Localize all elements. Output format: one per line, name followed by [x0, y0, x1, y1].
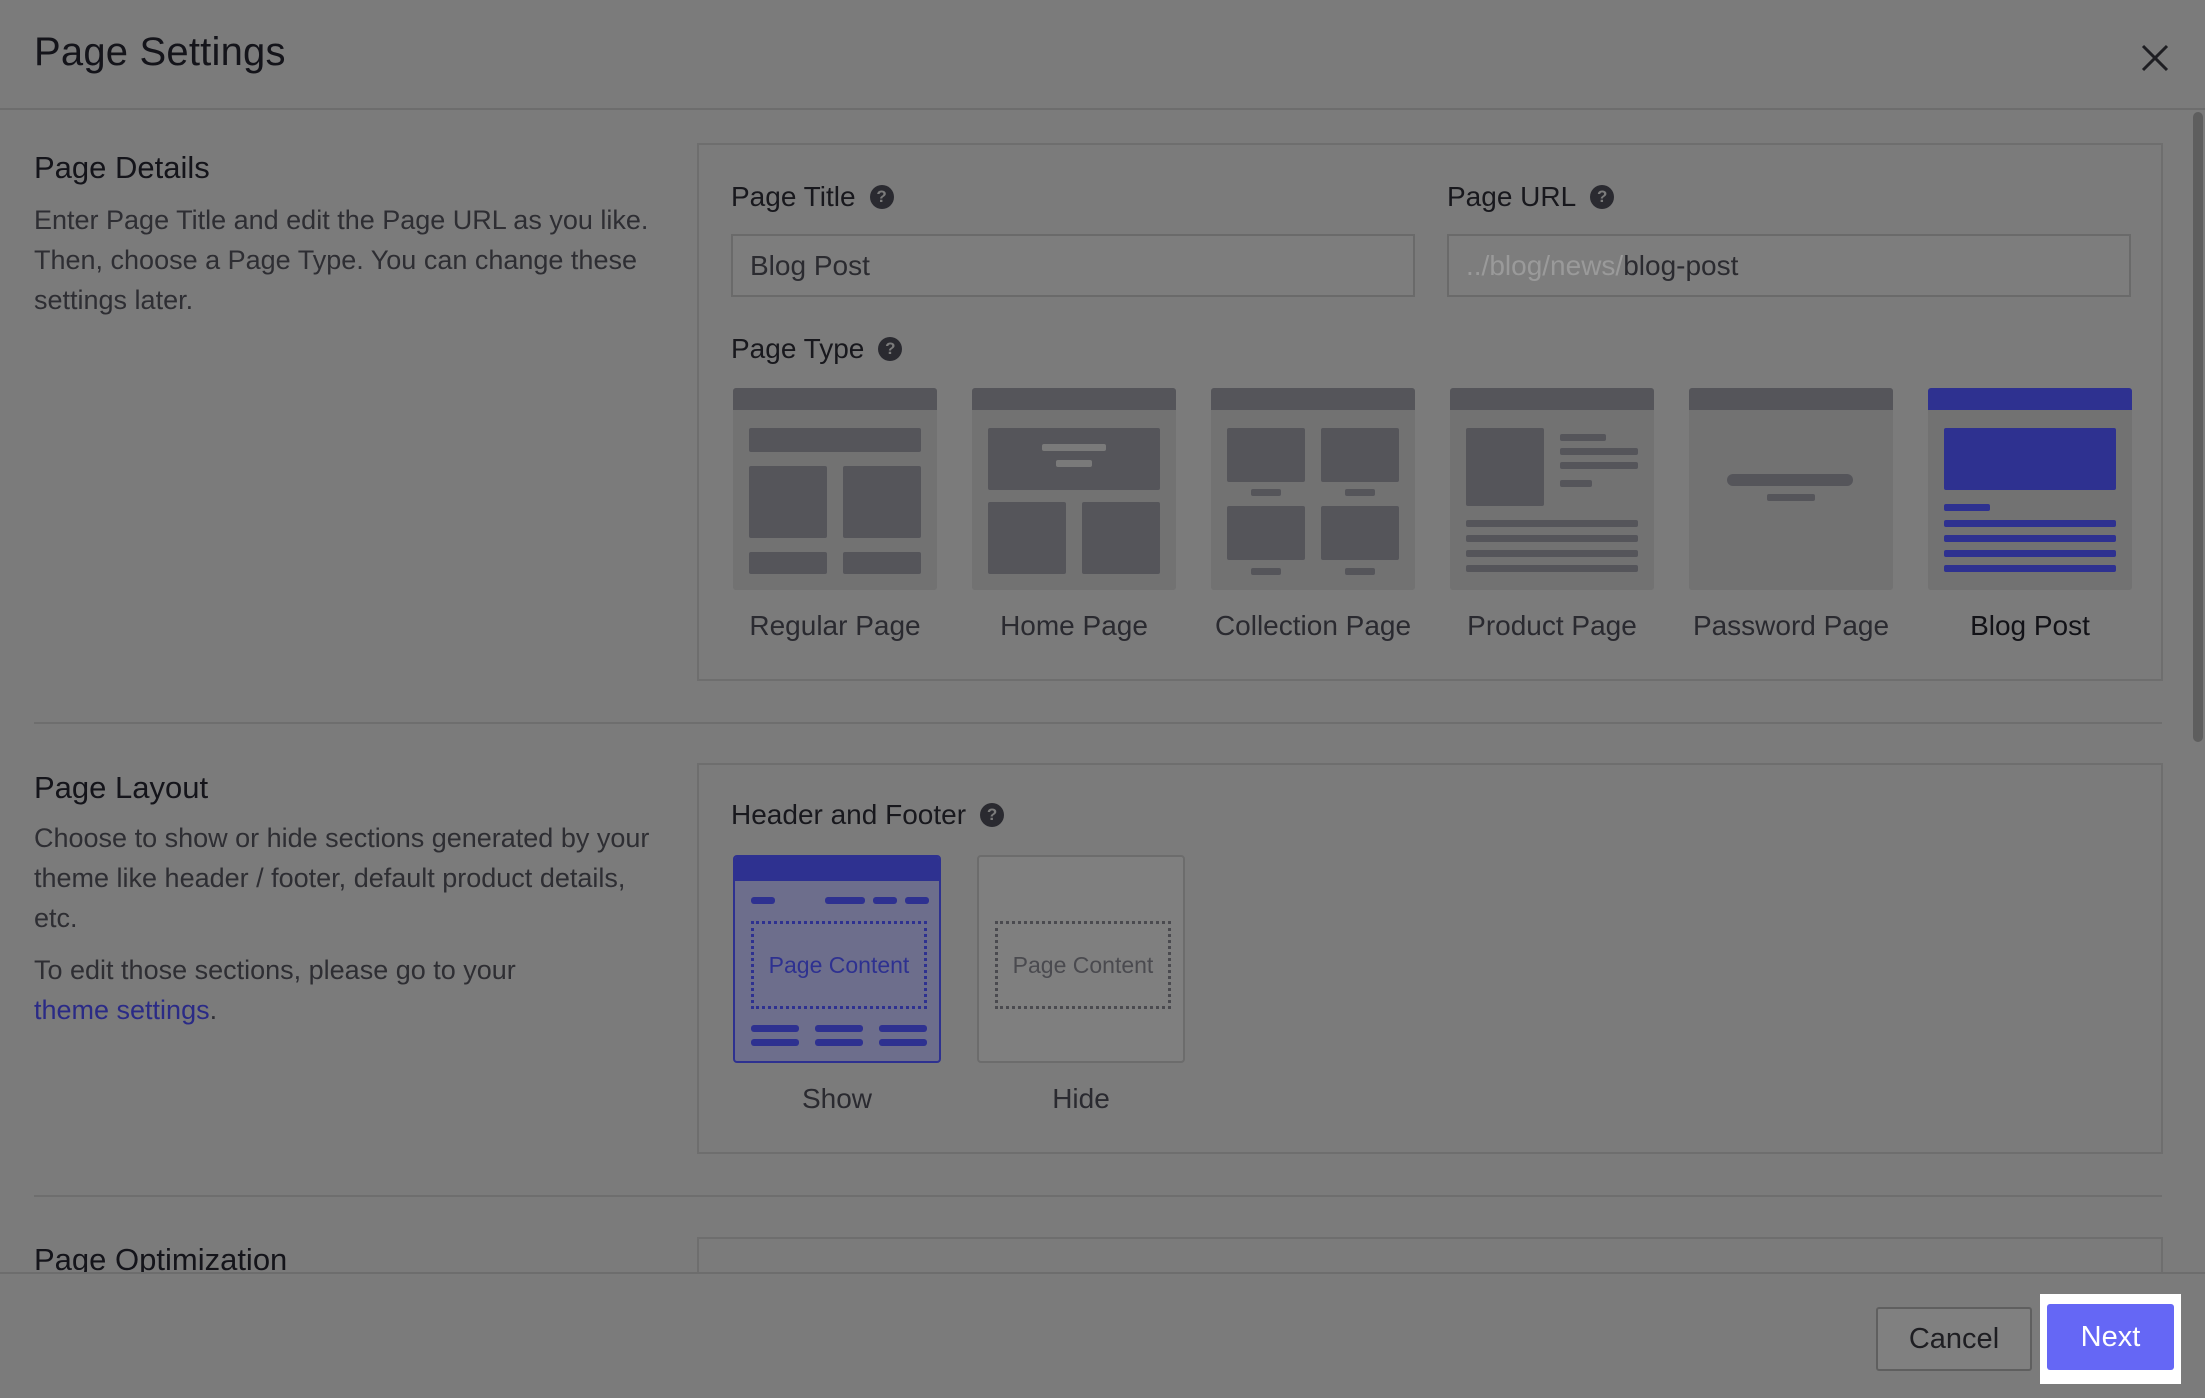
page-title-label: Page Title ?	[731, 181, 894, 213]
page-details-heading: Page Details	[34, 150, 210, 185]
show-thumbnail: Page Content	[733, 855, 941, 1063]
page-optimization-card	[697, 1237, 2163, 1272]
page-type-label: Blog Post	[1970, 610, 2090, 641]
home-page-thumbnail	[972, 388, 1176, 590]
next-button[interactable]: Next	[2047, 1304, 2174, 1370]
next-button-highlight: Next	[2040, 1294, 2181, 1384]
header-footer-label-text: Header and Footer	[731, 799, 967, 830]
section-divider	[34, 1195, 2162, 1197]
page-title-label-text: Page Title	[731, 181, 856, 212]
password-page-thumbnail	[1689, 388, 1893, 590]
edit-note-text: To edit those sections, please go to you…	[34, 955, 516, 985]
help-icon[interactable]: ?	[980, 803, 1005, 827]
page-optimization-heading: Page Optimization	[34, 1242, 288, 1272]
page-title-input[interactable]: Blog Post	[731, 234, 1415, 297]
modal-title: Page Settings	[34, 30, 286, 74]
page-layout-heading: Page Layout	[34, 770, 209, 805]
page-url-slug: blog-post	[1623, 249, 1739, 281]
hide-thumbnail: Page Content	[977, 855, 1185, 1063]
page-type-label-text: Page Type	[731, 333, 865, 364]
page-content-box: Page Content	[995, 921, 1171, 1009]
theme-settings-link[interactable]: theme settings	[34, 995, 210, 1025]
modal-footer: Cancel Next	[0, 1272, 2205, 1398]
help-icon[interactable]: ?	[1590, 185, 1615, 209]
collection-page-thumbnail	[1211, 388, 1415, 590]
page-title-value: Blog Post	[750, 249, 870, 281]
page-url-input[interactable]: ../blog/news/blog-post	[1447, 234, 2131, 297]
page-content-box: Page Content	[751, 921, 927, 1009]
close-icon[interactable]	[2135, 38, 2175, 78]
page-details-card: Page Title ? Blog Post Page URL ? ../blo…	[697, 143, 2163, 681]
page-url-label-text: Page URL	[1447, 181, 1577, 212]
page-type-label: Page Type ?	[731, 333, 903, 365]
header-footer-label: Header and Footer ?	[731, 799, 1005, 831]
page-details-description: Enter Page Title and edit the Page URL a…	[34, 205, 649, 315]
blog-post-thumbnail	[1928, 388, 2132, 590]
page-layout-description: Choose to show or hide sections generate…	[34, 823, 650, 933]
header-footer-option-label: Hide	[1052, 1083, 1110, 1114]
modal-body: Page Details Enter Page Title and edit t…	[0, 112, 2205, 1272]
page-layout-edit-note: To edit those sections, please go to you…	[34, 950, 674, 1030]
help-icon[interactable]: ?	[869, 185, 894, 209]
help-icon[interactable]: ?	[878, 337, 903, 361]
page-url-prefix: ../blog/news/	[1466, 249, 1624, 281]
page-layout-card: Header and Footer ? Page Content Show Pa…	[697, 763, 2163, 1154]
product-page-thumbnail	[1450, 388, 1654, 590]
section-divider	[34, 722, 2162, 724]
link-suffix: .	[209, 995, 218, 1025]
page-url-label: Page URL ?	[1447, 181, 1615, 213]
regular-page-thumbnail	[733, 388, 937, 590]
modal-header: Page Settings	[0, 0, 2205, 110]
header-footer-option-label: Show	[801, 1083, 873, 1114]
cancel-button[interactable]: Cancel	[1876, 1307, 2032, 1371]
